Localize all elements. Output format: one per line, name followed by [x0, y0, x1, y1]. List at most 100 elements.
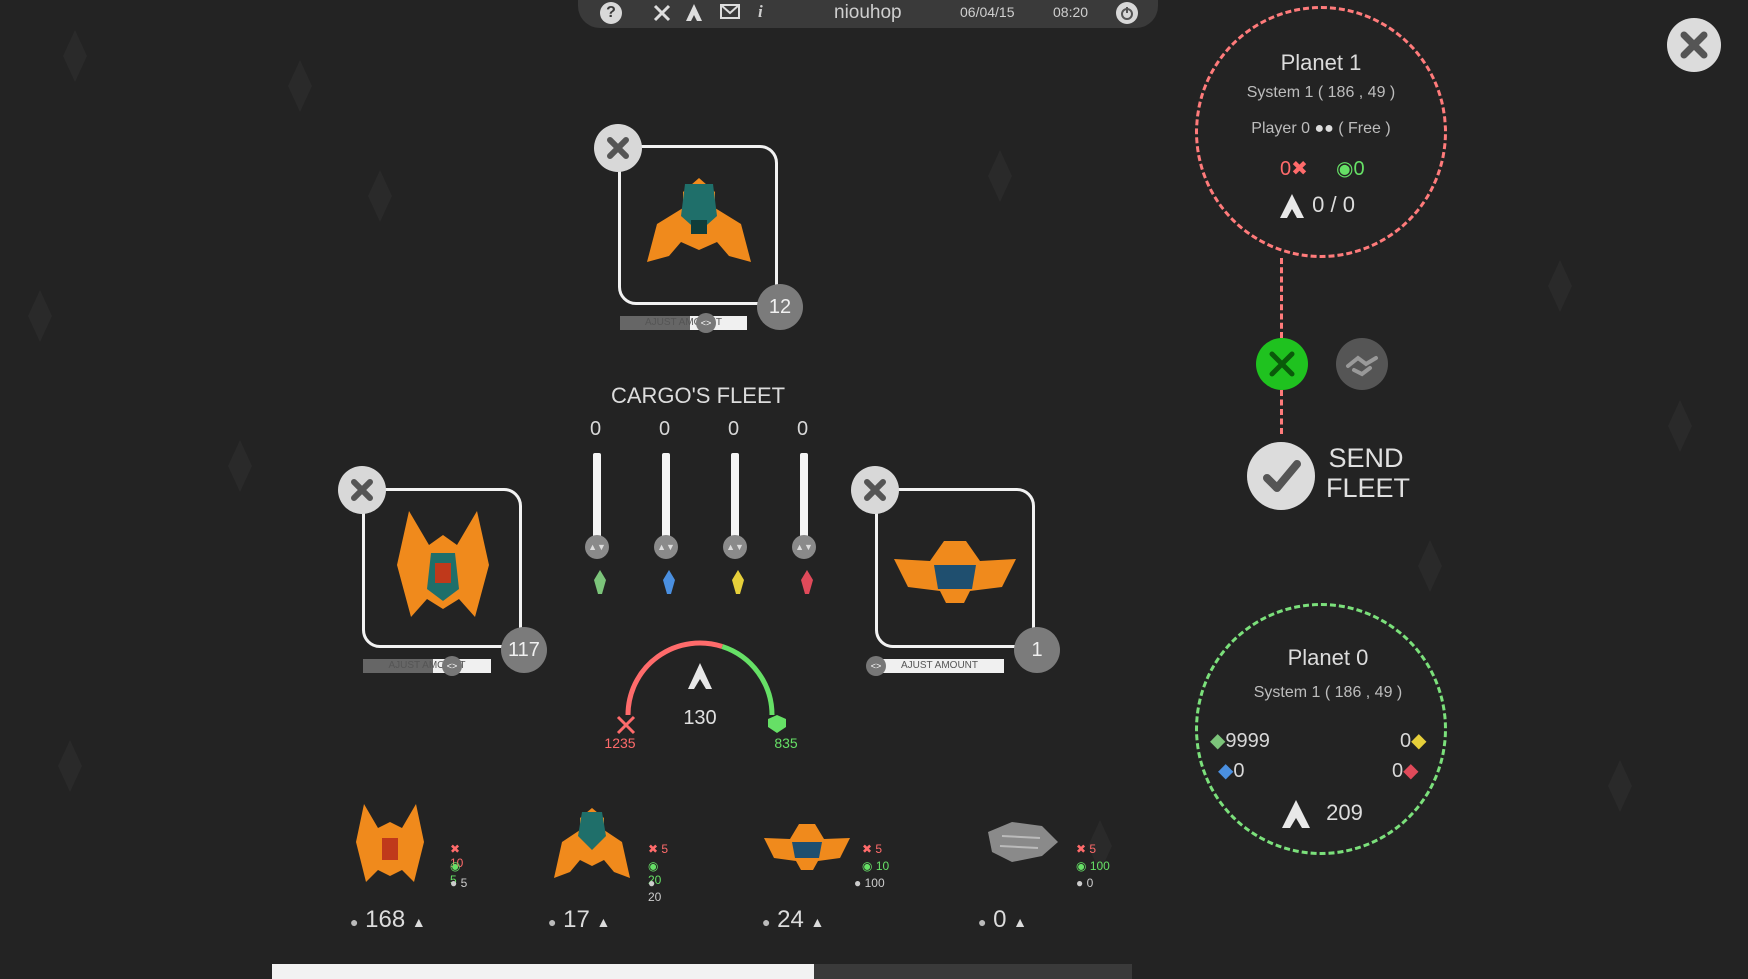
target-planet-owner: Player 0: [1251, 120, 1310, 137]
swords-icon[interactable]: [652, 3, 672, 23]
ship-type-fighter[interactable]: ✖ 10 ◉ 5 ● 5: [350, 800, 470, 900]
cargo-slider-red[interactable]: [800, 453, 808, 541]
ship-cargo: 20: [648, 890, 662, 904]
red-crystal-icon: [801, 570, 813, 594]
cargo-slider-yellow[interactable]: [731, 453, 739, 541]
fleet-value: 209: [1326, 799, 1363, 825]
remove-slot-top-button[interactable]: [594, 124, 642, 172]
slider-knob-red[interactable]: ▲▼: [792, 535, 816, 559]
adjust-label: AJUST AMOUNT: [900, 660, 979, 671]
adjust-handle-right[interactable]: <>: [866, 656, 886, 676]
fleet-icon: ▲: [411, 914, 426, 930]
available-count: 24: [777, 906, 804, 933]
slot-left-adjust-slider[interactable]: AJUST AMOUNT: [363, 659, 491, 673]
ship-attack: 5: [1089, 842, 1097, 856]
fleet-attack-total: 1235: [604, 735, 636, 751]
ship-available-locked: ● 0 ▲: [978, 906, 1027, 934]
heavy-ship-icon: [894, 541, 1016, 603]
available-count: 0: [993, 906, 1007, 933]
cargo-fleet-title: CARGO'S FLEET: [610, 383, 786, 408]
close-icon: [1680, 31, 1708, 59]
shield-icon: [768, 715, 786, 733]
fleet-icon: ▲: [810, 914, 825, 930]
slider-knob-yellow[interactable]: ▲▼: [723, 535, 747, 559]
yellow-crystal-icon: [732, 570, 744, 594]
fleet-icon: ▲: [1013, 914, 1028, 930]
handshake-icon: [1346, 355, 1378, 377]
slot-top-adjust-slider[interactable]: AJUST AMOUNT: [620, 316, 747, 330]
cargo-ship-icon: [647, 178, 751, 262]
cargo-value-yellow: 0: [728, 418, 740, 440]
attack-mission-button[interactable]: [1256, 338, 1308, 390]
origin-red-resource: 0◆: [1392, 758, 1419, 783]
slider-knob-green[interactable]: ▲▼: [585, 535, 609, 559]
slider-knob-blue[interactable]: ▲▼: [654, 535, 678, 559]
ship-defense: 10: [875, 859, 890, 873]
defense-arc: [721, 644, 775, 716]
yellow-crystal-icon: ◆: [1411, 730, 1427, 752]
cargo-value-blue: 0: [659, 418, 671, 440]
fleet-slot-top[interactable]: [618, 145, 778, 305]
slot-right-adjust-slider[interactable]: AJUST AMOUNT: [875, 659, 1004, 673]
ship-available-cargo: ● 17 ▲: [548, 906, 610, 934]
cargo-ship-icon: [554, 808, 630, 878]
attack-value: 0: [1280, 158, 1292, 180]
fleet-icon[interactable]: [684, 3, 704, 23]
heavy-ship-icon: [764, 824, 850, 870]
mail-icon[interactable]: [720, 4, 740, 20]
fighter-ship-icon: [356, 804, 424, 882]
red-crystal-icon: ◆: [1403, 760, 1419, 782]
ship-type-heavy[interactable]: ✖ 5 ◉ 10 ● 100: [762, 800, 902, 900]
top-bar: ? i niouhop 06/04/15 08:20: [578, 0, 1158, 28]
ship-type-cargo[interactable]: ✖ 5 ◉ 20 ● 20: [550, 800, 670, 904]
cargo-slider-green[interactable]: [593, 453, 601, 541]
send-fleet-button[interactable]: [1247, 442, 1315, 510]
ship-attack: 5: [661, 842, 669, 856]
connector-line: [1280, 258, 1283, 338]
connector-line: [1280, 390, 1283, 434]
info-icon[interactable]: i: [758, 2, 763, 22]
resource-value: 0: [1400, 730, 1412, 752]
fleet-icon: [688, 663, 712, 689]
cargo-slider-blue[interactable]: [662, 453, 670, 541]
fleet-capacity: 130: [683, 707, 717, 729]
ship-cargo: 5: [460, 876, 468, 890]
blue-crystal-icon: ◆: [1218, 760, 1234, 782]
send-label-line1: SEND: [1328, 443, 1404, 473]
progress-bar: [272, 964, 1132, 979]
attack-arc: [625, 640, 724, 716]
target-planet-owner-row: Player 0 ●● ( Free ): [1195, 120, 1447, 138]
remove-slot-right-button[interactable]: [851, 466, 899, 514]
adjust-handle-left[interactable]: <>: [442, 656, 462, 676]
fleet-icon: ▲: [596, 914, 611, 930]
ship-attack: 5: [875, 842, 883, 856]
resource-value: 0: [1392, 760, 1404, 782]
send-fleet-label[interactable]: SEND FLEET: [1326, 443, 1410, 503]
swords-icon: [1269, 351, 1295, 377]
fleet-slot-right[interactable]: [875, 488, 1035, 648]
remove-slot-left-button[interactable]: [338, 466, 386, 514]
ship-available-fighter: ● 168 ▲: [350, 906, 426, 934]
fleet-value: 0 / 0: [1312, 192, 1355, 217]
slot-left-count: 117: [501, 627, 547, 673]
ship-type-locked[interactable]: ✖ 5 ◉ 100 ● 0: [982, 800, 1122, 900]
users-icon: ●●: [1314, 120, 1334, 137]
date-display: 06/04/15: [960, 4, 1015, 20]
origin-planet-name: Planet 0: [1287, 645, 1369, 670]
checkmark-icon: [1263, 460, 1301, 492]
swords-icon: ✖: [1291, 158, 1308, 180]
progress-fill: [272, 964, 814, 979]
planet-icon: ●: [978, 914, 987, 930]
adjust-handle-top[interactable]: <>: [696, 313, 716, 333]
trade-mission-button[interactable]: [1336, 338, 1388, 390]
help-icon[interactable]: ?: [600, 2, 622, 24]
target-planet-status: ( Free ): [1338, 120, 1391, 137]
available-count: 17: [563, 906, 590, 933]
defense-value: 0: [1353, 158, 1365, 180]
power-icon[interactable]: [1116, 2, 1138, 24]
target-planet-attack: 0✖: [1280, 156, 1308, 181]
green-crystal-icon: ◆: [1210, 730, 1226, 752]
fleet-slot-left[interactable]: [362, 488, 522, 648]
close-window-button[interactable]: [1667, 18, 1721, 72]
cargo-value-green: 0: [590, 418, 602, 440]
